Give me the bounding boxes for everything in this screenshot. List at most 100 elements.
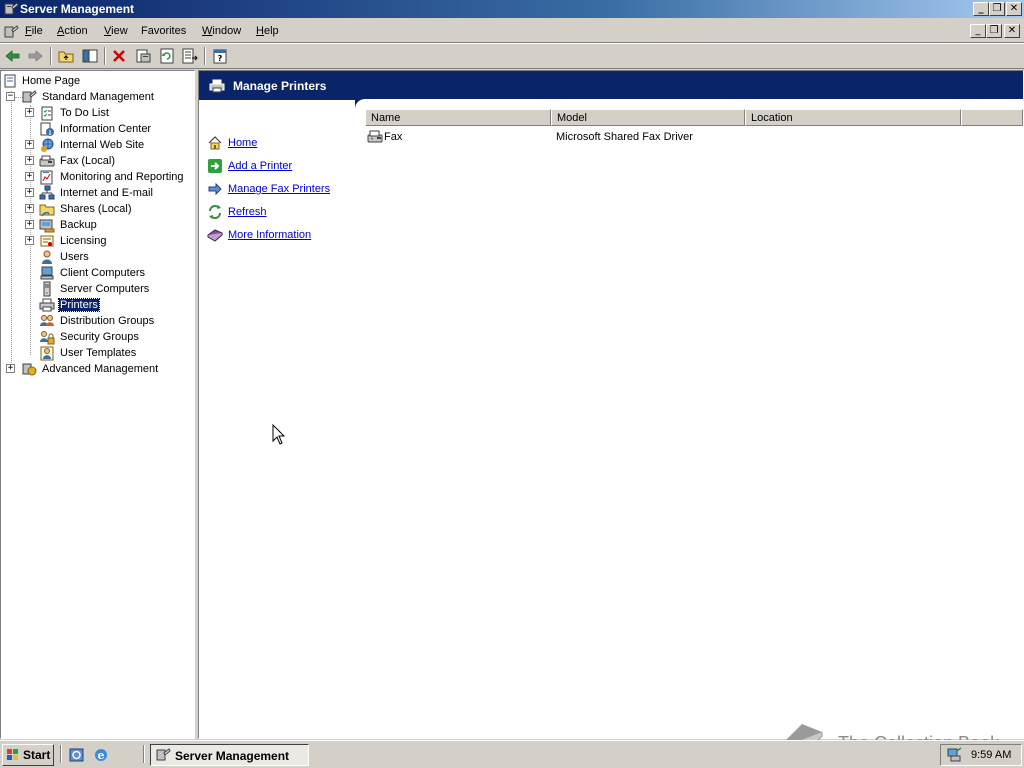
server-management-icon [4,2,19,15]
client-computer-icon [40,266,54,280]
console-tree[interactable]: Home Page − Standard Management + To Do … [0,70,195,739]
restore-button[interactable]: ❐ [989,2,1005,16]
help-icon[interactable]: ? [211,47,229,65]
taskbar-button-server-management[interactable]: Server Management [150,744,309,766]
licensing-icon [40,235,54,247]
toolbar: ? [0,44,1024,68]
export-list-icon[interactable] [181,47,199,65]
user-icon [42,250,52,264]
server-computer-icon [43,281,51,297]
tree-item-shares-local[interactable]: Shares (Local) [39,201,189,217]
menu-file[interactable]: File [25,25,43,37]
menu-bar: File Action View Favorites Window Help _… [0,21,1024,42]
title-bar[interactable]: Server Management _ ❐ ✕ [0,0,1024,18]
tree-item-internet-and-e-mail[interactable]: Internet and E-mail [39,185,189,201]
advanced-management-icon [22,363,37,376]
tree-item-users[interactable]: Users [39,249,189,265]
menu-action[interactable]: Action [57,25,88,37]
menu-help[interactable]: Help [256,25,279,37]
security-group-icon [40,331,55,345]
column-header-location[interactable]: Location [745,109,961,126]
toolbar-separator [204,47,206,65]
expand-toggle[interactable]: + [25,172,34,181]
tree-item-distribution-groups[interactable]: Distribution Groups [39,313,189,329]
expand-toggle[interactable]: + [25,220,34,229]
toolbar-separator [104,47,106,65]
collapse-toggle[interactable]: − [6,92,15,101]
list-header: Name Model Location [365,109,1023,126]
delete-icon[interactable] [110,47,128,65]
user-template-icon [40,346,54,361]
printer-icon [39,298,55,312]
header-decoration-inner [355,99,1023,109]
expand-toggle[interactable]: + [25,204,34,213]
internet-explorer-icon[interactable]: e [93,747,109,763]
expand-toggle[interactable]: + [25,188,34,197]
menu-view[interactable]: View [104,25,128,37]
up-folder-icon[interactable] [57,47,75,65]
child-restore-button[interactable]: ❐ [986,24,1002,38]
svg-text:e: e [98,749,105,762]
backup-icon [39,219,55,233]
tree-item-internal-web-site[interactable]: Internal Web Site [39,137,189,153]
tree-item-home-page[interactable]: Home Page [3,73,193,89]
column-header-name[interactable]: Name [365,109,551,126]
tree-item-to-do-list[interactable]: To Do List [39,105,189,121]
tree-item-fax-local[interactable]: Fax (Local) [39,153,189,169]
details-title: Manage Printers [233,79,327,93]
properties-icon[interactable] [134,47,152,65]
tree-item-backup[interactable]: Backup [39,217,189,233]
refresh-icon[interactable] [158,47,176,65]
home-icon [208,136,222,150]
tree-item-standard-management[interactable]: Standard Management [21,89,191,105]
taskbar: Start e Server Management 9:59 AM [0,740,1024,768]
clock[interactable]: 9:59 AM [971,749,1011,761]
column-header-model[interactable]: Model [551,109,745,126]
distribution-group-icon [40,315,54,326]
expand-toggle[interactable]: + [25,140,34,149]
child-minimize-button[interactable]: _ [970,24,986,38]
minimize-button[interactable]: _ [973,2,989,16]
system-tray: 9:59 AM [940,744,1022,766]
taskbar-separator [143,745,145,763]
taskbar-separator [60,745,62,763]
tree-item-security-groups[interactable]: Security Groups [39,329,189,345]
console-icon[interactable] [3,24,19,40]
start-button[interactable]: Start [2,744,54,766]
tree-item-information-center[interactable]: i Information Center [39,121,189,137]
add-arrow-icon [208,159,222,173]
tree-line [11,91,12,371]
network-tray-icon[interactable] [946,747,962,763]
tree-item-server-computers[interactable]: Server Computers [39,281,189,297]
cell-name: Fax [384,131,403,143]
tree-item-licensing[interactable]: Licensing [39,233,189,249]
printer-icon [209,79,225,93]
tree-item-user-templates[interactable]: User Templates [39,345,189,361]
server-management-icon [156,748,171,761]
expand-toggle[interactable]: + [25,156,34,165]
server-management-icon [22,90,37,103]
divider [0,68,1024,69]
tree-item-advanced-management[interactable]: Advanced Management [21,361,191,377]
menu-window[interactable]: Window [202,25,241,37]
expand-toggle[interactable]: + [25,236,34,245]
back-icon[interactable] [4,47,22,65]
fax-printer-icon [367,130,383,143]
menu-favorites[interactable]: Favorites [141,25,186,37]
tree-item-printers[interactable]: Printers [39,297,189,313]
server-management-icon[interactable] [69,747,85,763]
home-page-icon [4,74,16,88]
details-pane: Manage Printers Home Add a Printer Manag… [198,70,1024,739]
child-close-button[interactable]: ✕ [1004,24,1020,38]
table-row[interactable]: Fax Microsoft Shared Fax Driver [365,129,1023,146]
show-hide-tree-icon[interactable] [81,47,99,65]
tree-item-monitoring-and-reporting[interactable]: Monitoring and Reporting [39,169,189,185]
forward-icon[interactable] [26,47,44,65]
tree-item-client-computers[interactable]: Client Computers [39,265,189,281]
close-button[interactable]: ✕ [1006,2,1022,16]
web-site-icon [41,138,54,152]
expand-toggle[interactable]: + [25,108,34,117]
expand-toggle[interactable]: + [6,364,15,373]
shares-icon [39,204,55,217]
book-icon [207,229,223,242]
